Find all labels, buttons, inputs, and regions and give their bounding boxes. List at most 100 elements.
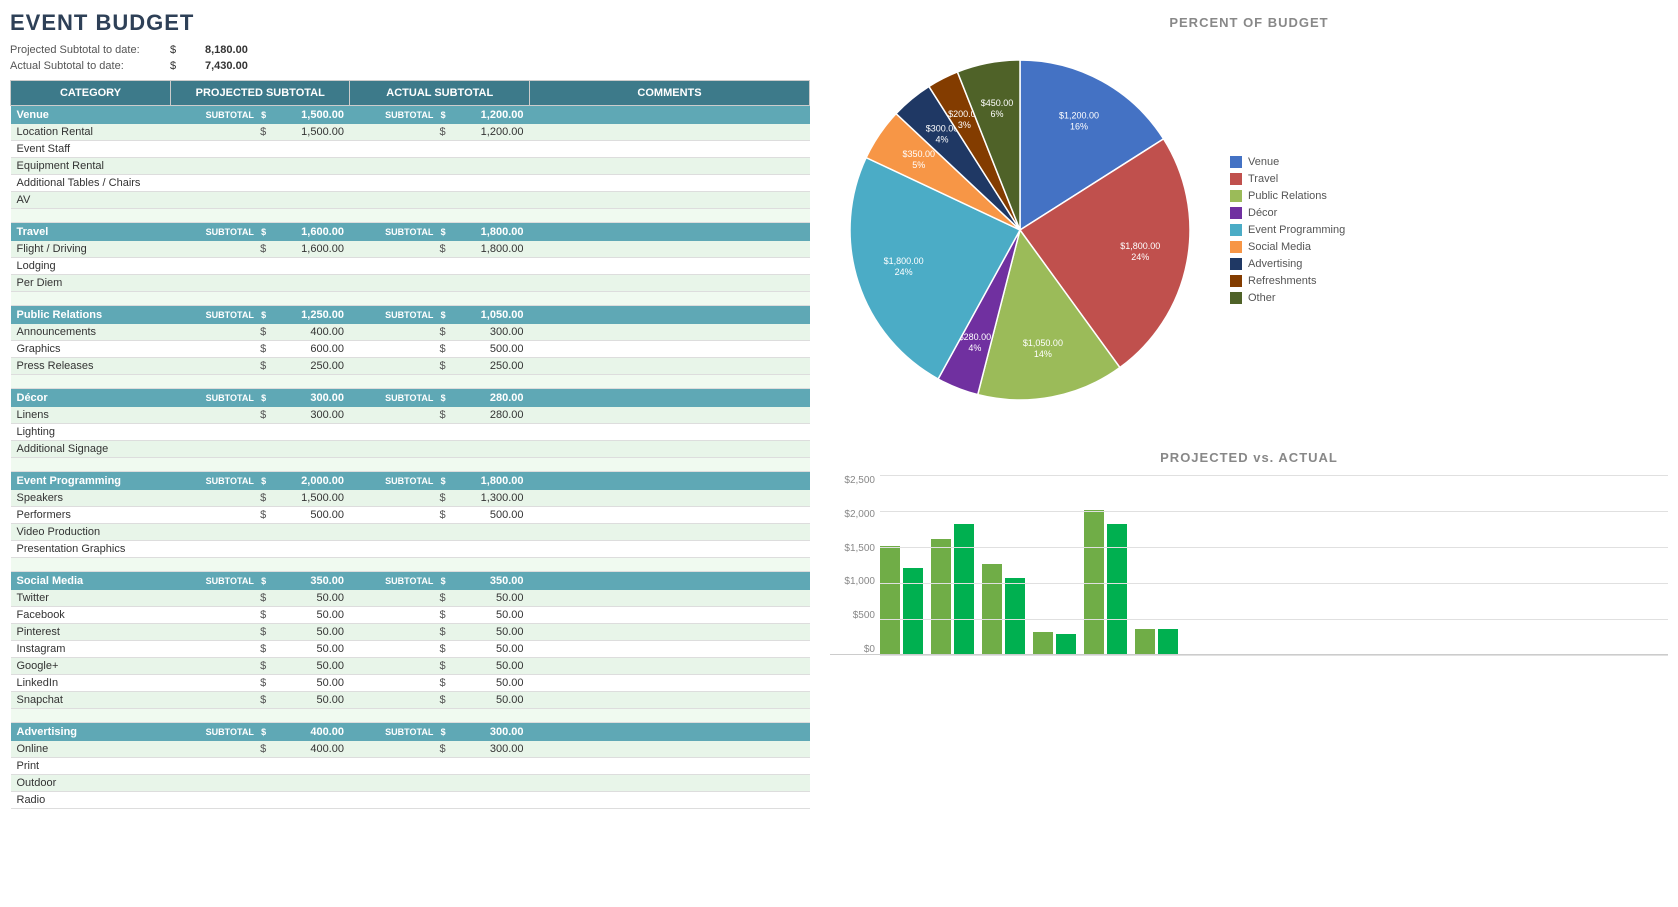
data-row: Print xyxy=(11,758,810,775)
section-act-amount-venue: 1,200.00 xyxy=(450,106,530,125)
row-act-dollar xyxy=(350,709,450,723)
row-act-amount: 50.00 xyxy=(450,624,530,641)
section-proj-amount-adv: 400.00 xyxy=(270,723,350,742)
row-name: Additional Tables / Chairs xyxy=(11,175,171,192)
pie-label-pct: 16% xyxy=(1070,122,1088,132)
row-act-dollar: $ xyxy=(350,590,450,607)
data-row: Linens $ 300.00 $ 280.00 xyxy=(11,407,810,424)
row-proj-amount: 1,500.00 xyxy=(270,124,350,141)
row-proj-dollar: $ xyxy=(171,324,271,341)
row-comment xyxy=(530,709,810,723)
row-name: AV xyxy=(11,192,171,209)
grid-line xyxy=(880,583,1668,584)
data-row: Online $ 400.00 $ 300.00 xyxy=(11,741,810,758)
data-row: Event Staff xyxy=(11,141,810,158)
pie-label-amount: $450.00 xyxy=(981,98,1014,108)
row-comment xyxy=(530,424,810,441)
section-header-adv: Advertising SUBTOTAL $ 400.00 SUBTOTAL $… xyxy=(11,723,810,742)
header-comments: COMMENTS xyxy=(530,81,810,106)
row-proj-amount xyxy=(270,209,350,223)
row-act-dollar xyxy=(350,758,450,775)
data-row: Location Rental $ 1,500.00 $ 1,200.00 xyxy=(11,124,810,141)
row-proj-amount xyxy=(270,375,350,389)
row-act-amount: 500.00 xyxy=(450,341,530,358)
row-proj-amount: 50.00 xyxy=(270,607,350,624)
row-proj-amount xyxy=(270,775,350,792)
row-proj-dollar xyxy=(171,292,271,306)
section-act-label-adv: SUBTOTAL $ xyxy=(350,723,450,742)
data-row: Announcements $ 400.00 $ 300.00 xyxy=(11,324,810,341)
projected-dollar: $ xyxy=(170,44,185,56)
row-proj-amount xyxy=(270,424,350,441)
row-proj-dollar xyxy=(171,209,271,223)
actual-dollar: $ xyxy=(170,60,185,72)
row-name: Snapchat xyxy=(11,692,171,709)
row-act-amount xyxy=(450,524,530,541)
row-proj-amount xyxy=(270,524,350,541)
row-act-dollar: $ xyxy=(350,407,450,424)
pie-label-pct: 24% xyxy=(895,267,913,277)
pie-label-pct: 4% xyxy=(968,343,981,353)
row-proj-dollar xyxy=(171,709,271,723)
row-proj-dollar xyxy=(171,541,271,558)
row-proj-dollar xyxy=(171,375,271,389)
row-act-dollar: $ xyxy=(350,607,450,624)
legend-label: Public Relations xyxy=(1248,190,1327,202)
row-name: Video Production xyxy=(11,524,171,541)
row-proj-amount: 50.00 xyxy=(270,692,350,709)
row-proj-dollar: $ xyxy=(171,692,271,709)
pie-label-pct: 4% xyxy=(935,135,948,145)
row-name: Facebook xyxy=(11,607,171,624)
page-title: EVENT BUDGET xyxy=(10,10,810,36)
legend-label: Venue xyxy=(1248,156,1279,168)
grid-lines xyxy=(880,475,1668,655)
row-name xyxy=(11,209,171,223)
row-act-amount xyxy=(450,375,530,389)
row-name xyxy=(11,709,171,723)
row-act-dollar xyxy=(350,541,450,558)
row-proj-dollar xyxy=(171,458,271,472)
data-row: Presentation Graphics xyxy=(11,541,810,558)
data-row: Performers $ 500.00 $ 500.00 xyxy=(11,507,810,524)
row-act-amount xyxy=(450,192,530,209)
row-comment xyxy=(530,607,810,624)
row-name: Press Releases xyxy=(11,358,171,375)
row-name: Instagram xyxy=(11,641,171,658)
section-name-travel: Travel xyxy=(11,223,171,242)
actual-value: 7,430.00 xyxy=(205,60,248,72)
grid-line xyxy=(880,655,1668,656)
data-row: Video Production xyxy=(11,524,810,541)
legend-label: Travel xyxy=(1248,173,1278,185)
data-row: Equipment Rental xyxy=(11,158,810,175)
pie-label-pct: 24% xyxy=(1131,252,1149,262)
pie-chart-container: $1,200.0016%$1,800.0024%$1,050.0014%$280… xyxy=(830,40,1668,420)
section-proj-label-sm: SUBTOTAL $ xyxy=(171,572,271,591)
row-proj-dollar xyxy=(171,441,271,458)
row-act-dollar xyxy=(350,424,450,441)
section-comments-venue xyxy=(530,106,810,125)
row-proj-amount: 500.00 xyxy=(270,507,350,524)
row-comment xyxy=(530,458,810,472)
row-name: Equipment Rental xyxy=(11,158,171,175)
pie-label-pct: 3% xyxy=(958,120,971,130)
row-proj-dollar xyxy=(171,275,271,292)
row-name: Presentation Graphics xyxy=(11,541,171,558)
row-proj-amount: 1,600.00 xyxy=(270,241,350,258)
grid-line xyxy=(880,511,1668,512)
row-act-amount: 300.00 xyxy=(450,741,530,758)
pie-label-amount: $1,050.00 xyxy=(1023,338,1063,348)
section-act-label-travel: SUBTOTAL $ xyxy=(350,223,450,242)
legend-color xyxy=(1230,190,1242,202)
data-row: Per Diem xyxy=(11,275,810,292)
row-act-amount: 280.00 xyxy=(450,407,530,424)
data-row: Instagram $ 50.00 $ 50.00 xyxy=(11,641,810,658)
legend-color xyxy=(1230,258,1242,270)
section-name-ep: Event Programming xyxy=(11,472,171,491)
section-act-amount-travel: 1,800.00 xyxy=(450,223,530,242)
row-act-amount xyxy=(450,792,530,809)
section-proj-label-travel: SUBTOTAL $ xyxy=(171,223,271,242)
data-row: Snapchat $ 50.00 $ 50.00 xyxy=(11,692,810,709)
bar-chart-title: PROJECTED vs. ACTUAL xyxy=(830,450,1668,465)
row-proj-dollar: $ xyxy=(171,358,271,375)
row-name: Speakers xyxy=(11,490,171,507)
